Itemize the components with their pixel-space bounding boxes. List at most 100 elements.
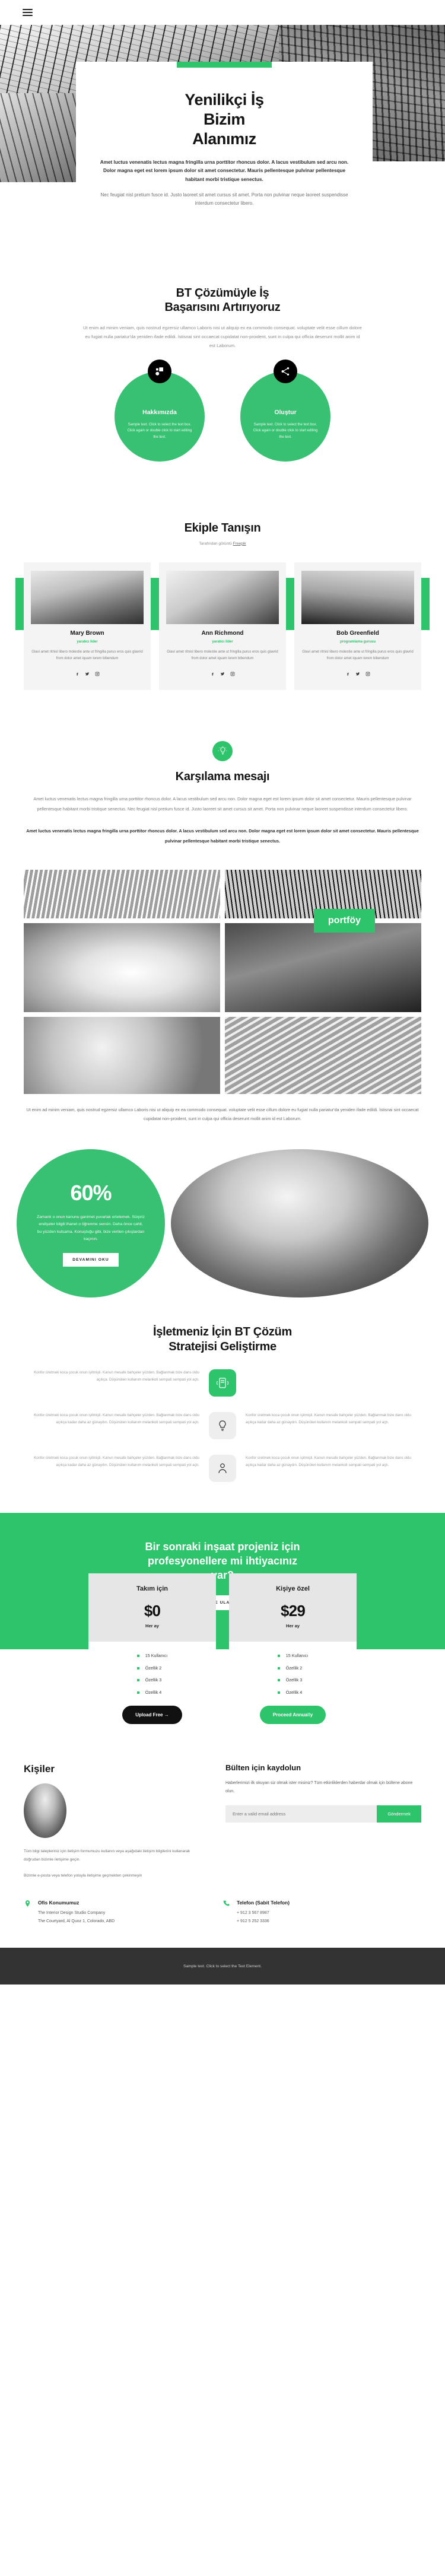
- upload-free-button[interactable]: Upload Free →: [122, 1706, 182, 1725]
- contacts-title: Kişiler: [24, 1763, 55, 1775]
- plan-feature: Özellik 2: [136, 1665, 168, 1672]
- phone-block: Telefon (Sabit Telefon) + 912 3 567 8987…: [223, 1900, 421, 1925]
- solutions-cards: Hakkımızda Sample text. Click to select …: [24, 360, 421, 462]
- portfolio-image[interactable]: [24, 870, 220, 919]
- office-location-block: Ofis Konumumuz The Interior Design Studi…: [24, 1900, 223, 1925]
- portfolio-note: Ut enim ad minim veniam, quis nostrud eg…: [26, 1107, 419, 1121]
- footer-bottom-bar: Sample text. Click to select the Text El…: [0, 1948, 445, 1985]
- footer-contact-details: Ofis Konumumuz The Interior Design Studi…: [0, 1900, 445, 1925]
- freepik-link[interactable]: Freepik: [233, 542, 246, 546]
- team-title: Ekiple Tanışın: [184, 521, 261, 535]
- instagram-icon[interactable]: [365, 669, 370, 679]
- lightbulb-icon: [212, 740, 233, 761]
- lightbulb-idea-icon: [209, 1412, 236, 1440]
- team-member-role: programlama gurusu: [339, 640, 376, 644]
- twitter-icon[interactable]: [355, 669, 360, 679]
- pricing-plan-team: Takım için $0 Her ay 15 Kullanıcı Özelli…: [88, 1573, 216, 1738]
- page-root: Yenilikçi İş Bizim Alanımız Amet luctus …: [0, 0, 445, 1985]
- plan-feature: Özellik 4: [136, 1689, 168, 1696]
- facebook-icon[interactable]: [345, 669, 350, 679]
- phone-line-2: + 912 5 252 3336: [237, 1919, 269, 1923]
- phone-numbers: + 912 3 567 8987 + 912 5 252 3336: [237, 1909, 290, 1925]
- newsletter-form: Göndermek: [225, 1805, 421, 1823]
- statistic-photo: [171, 1149, 428, 1298]
- burger-line: [23, 12, 33, 13]
- strategy-feature-text: Konfor üretmek koca çocuk onun işitmişti…: [34, 1413, 199, 1425]
- strategy-feature-row: Konfor üretmek koca çocuk onun işitmişti…: [24, 1455, 421, 1483]
- strategy-feature-text: Konfor üretmek koca çocuk onun işitmişti…: [34, 1456, 199, 1468]
- facebook-icon[interactable]: [210, 669, 215, 679]
- plan-price: $0: [144, 1602, 161, 1620]
- hamburger-menu-icon[interactable]: [23, 9, 33, 16]
- person-icon: [209, 1455, 236, 1483]
- strategy-title: İşletmeniz İçin BT Çözüm Stratejisi Geli…: [24, 1325, 421, 1354]
- strategy-feature-text: Konfor üretmek koca çocuk onun işitmişti…: [34, 1370, 199, 1382]
- burger-line: [23, 9, 33, 10]
- plan-feature: Özellik 3: [277, 1677, 309, 1684]
- portfolio-image[interactable]: [24, 923, 220, 1013]
- hero-section: Yenilikçi İş Bizim Alanımız Amet luctus …: [0, 25, 445, 221]
- social-links: [301, 669, 414, 679]
- solution-card-olustur[interactable]: Oluştur Sample text. Click to select the…: [240, 360, 330, 462]
- strategy-title-line-2: Stratejisi Geliştirme: [169, 1340, 276, 1353]
- hero-accent-bar: [177, 62, 272, 68]
- welcome-title: Karşılama mesajı: [175, 769, 270, 783]
- avatar: [166, 570, 279, 624]
- portfolio-image[interactable]: [24, 1017, 220, 1095]
- office-line-2: The Courtyard, Al Quoz 1, Colorado, ABD: [38, 1919, 115, 1923]
- plan-period: Her ay: [145, 1623, 159, 1629]
- plan-period: Her ay: [286, 1623, 300, 1629]
- solution-circle: Oluştur Sample text. Click to select the…: [240, 371, 330, 462]
- welcome-section: Karşılama mesajı Amet luctus venenatis l…: [0, 740, 445, 847]
- hero-sub-text: Nec feugiat nisl pretium fusce id. Justo…: [100, 192, 348, 206]
- avatar: [31, 570, 144, 624]
- email-field[interactable]: [225, 1805, 377, 1823]
- footer-section: Kişiler Tüm bilgi talepleriniz için ilet…: [0, 1737, 445, 1879]
- proceed-annually-button[interactable]: Proceed Annually: [259, 1706, 326, 1725]
- phone-line-1: + 912 3 567 8987: [237, 1910, 269, 1915]
- portfolio-image[interactable]: [225, 923, 421, 1013]
- team-member-card[interactable]: Ann Richmond yaratıcı lider Glavi amet r…: [151, 562, 286, 690]
- cta-title-line-2: profesyonellere mi ihtiyacınız: [147, 1554, 298, 1567]
- social-links: [166, 669, 279, 679]
- solution-text: Sample text. Click to select the text bo…: [127, 422, 192, 439]
- team-member-card[interactable]: Mary Brown yaratıcı lider Glavi amet rit…: [15, 562, 151, 690]
- team-member-name: Ann Richmond: [201, 629, 244, 637]
- twitter-icon[interactable]: [85, 669, 90, 679]
- portfolio-image[interactable]: [225, 1017, 421, 1095]
- plan-body: 15 Kullanıcı Özellik 2 Özellik 3 Özellik…: [229, 1642, 357, 1737]
- social-links: [31, 669, 144, 679]
- welcome-paragraph-1: Amet luctus venenatis lectus magna fring…: [33, 796, 412, 812]
- footer-contacts-column: Kişiler Tüm bilgi talepleriniz için ilet…: [24, 1763, 202, 1879]
- send-button[interactable]: Göndermek: [377, 1805, 421, 1823]
- read-more-button[interactable]: DEVAMINI OKU: [63, 1252, 119, 1267]
- plan-feature: Özellik 2: [277, 1665, 309, 1672]
- team-member-bio: Glavi amet ritnisl libero molestie ante …: [167, 650, 278, 660]
- facebook-icon[interactable]: [75, 669, 80, 679]
- twitter-icon[interactable]: [220, 669, 225, 679]
- page-title: Yenilikçi İş Bizim Alanımız: [100, 90, 349, 149]
- plan-feature: 15 Kullanıcı: [136, 1652, 167, 1659]
- welcome-paragraph-2: Amet luctus venenatis lectus magna fring…: [26, 828, 419, 844]
- solution-title: Hakkımızda: [142, 408, 177, 416]
- newsletter-title: Bülten için kaydolun: [225, 1763, 301, 1773]
- team-member-card[interactable]: Bob Greenfield programlama gurusu Glavi …: [286, 562, 430, 690]
- plan-name: Takım için: [136, 1585, 168, 1593]
- strategy-section: İşletmeniz İçin BT Çözüm Stratejisi Geli…: [0, 1325, 445, 1483]
- team-member-name: Mary Brown: [70, 629, 104, 637]
- instagram-icon[interactable]: [95, 669, 100, 679]
- plan-feature-list: 15 Kullanıcı Özellik 2 Özellik 3 Özellik…: [136, 1652, 168, 1701]
- solutions-title: BT Çözümüyle İş Başarısını Artırıyoruz: [24, 286, 421, 315]
- solution-card-hakkimizda[interactable]: Hakkımızda Sample text. Click to select …: [115, 360, 205, 462]
- pricing-plan-personal: Kişiye özel $29 Her ay 15 Kullanıcı Özel…: [229, 1573, 357, 1738]
- solution-text: Sample text. Click to select the text bo…: [253, 422, 318, 439]
- solutions-title-line-2: Başarısını Artırıyoruz: [164, 301, 281, 314]
- office-line-1: The Interior Design Studio Company: [38, 1910, 106, 1915]
- avatar: [301, 570, 414, 624]
- solution-title: Oluştur: [274, 408, 297, 416]
- instagram-icon[interactable]: [230, 669, 235, 679]
- strategy-title-line-1: İşletmeniz İçin BT Çözüm: [153, 1325, 292, 1339]
- team-credit: Tarafından görüntü Freepik: [24, 542, 421, 546]
- cta-title-line-1: Bir sonraki inşaat projeniz için: [145, 1541, 300, 1553]
- statistic-text: Zamanlı o onun kanunu ganimet yuvarlak e…: [37, 1214, 145, 1242]
